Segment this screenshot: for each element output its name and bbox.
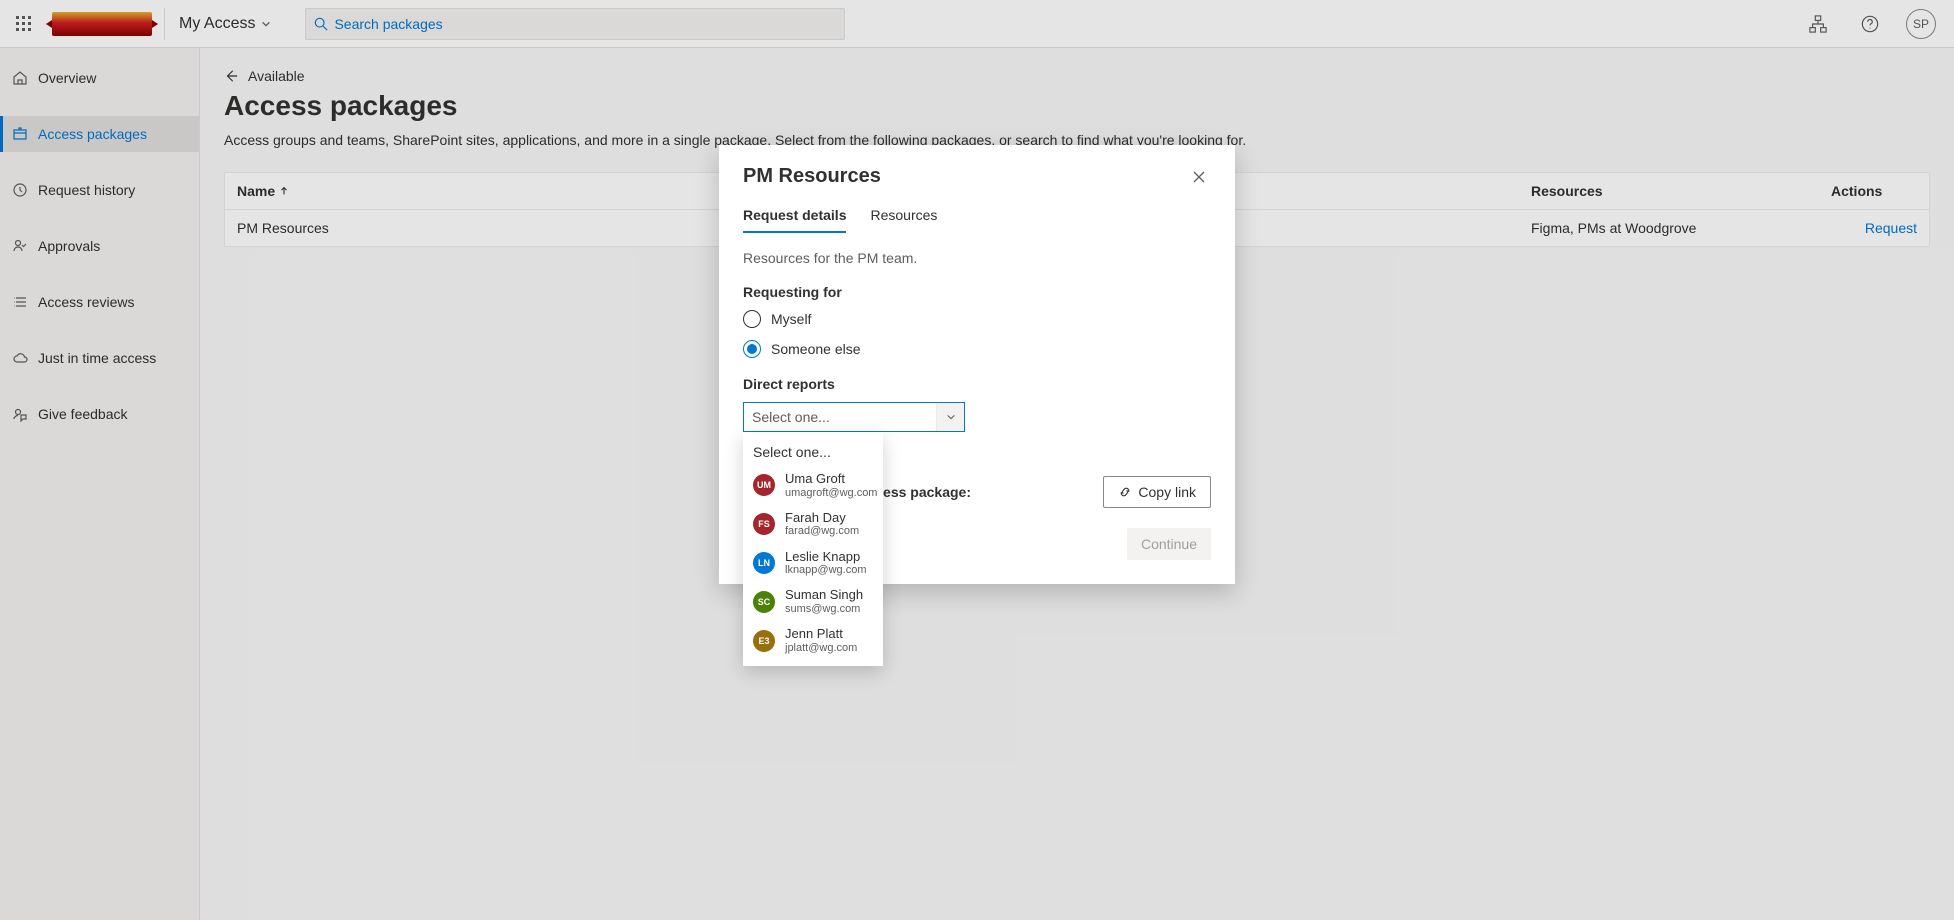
dialog-header: PM Resources — [743, 165, 1211, 189]
persona-coin: SC — [753, 591, 775, 613]
combobox-placeholder: Select one... — [744, 403, 936, 431]
dropdown-option[interactable]: SC Suman Singhsums@wg.com — [743, 582, 883, 621]
option-name: Leslie Knapp — [785, 549, 866, 565]
dialog-title: PM Resources — [743, 165, 881, 188]
requesting-for-label: Requesting for — [743, 284, 1211, 300]
radio-icon — [743, 310, 761, 328]
radio-label: Myself — [771, 311, 811, 327]
direct-reports-combobox[interactable]: Select one... — [743, 402, 965, 432]
option-text: Suman Singhsums@wg.com — [785, 587, 863, 616]
option-name: Uma Groft — [785, 471, 877, 487]
option-email: lknapp@wg.com — [785, 564, 866, 577]
dropdown-option[interactable]: FS Farah Dayfarad@wg.com — [743, 505, 883, 544]
dropdown-option[interactable]: E3 Jenn Plattjplatt@wg.com — [743, 621, 883, 660]
option-name: Jenn Platt — [785, 626, 857, 642]
close-button[interactable] — [1187, 165, 1211, 189]
copy-link-button[interactable]: Copy link — [1103, 476, 1211, 508]
persona-coin: UM — [753, 474, 775, 496]
tab-request-details[interactable]: Request details — [743, 207, 846, 233]
dialog-tabs: Request details Resources — [743, 207, 1211, 234]
option-email: farad@wg.com — [785, 525, 859, 538]
persona-coin: LN — [753, 552, 775, 574]
option-text: Jenn Plattjplatt@wg.com — [785, 626, 857, 655]
option-email: jplatt@wg.com — [785, 642, 857, 655]
option-email: umagroft@wg.com — [785, 487, 877, 500]
persona-coin: E3 — [753, 630, 775, 652]
chevron-down-icon — [936, 403, 964, 431]
dropdown-option[interactable]: LN Leslie Knapplknapp@wg.com — [743, 544, 883, 583]
option-name: Suman Singh — [785, 587, 863, 603]
direct-reports-dropdown: Select one... UM Uma Groftumagroft@wg.com… — [743, 432, 883, 666]
dropdown-option[interactable]: UM Uma Groftumagroft@wg.com — [743, 466, 883, 505]
copy-link-label: Copy link — [1138, 484, 1196, 500]
option-email: sums@wg.com — [785, 603, 863, 616]
tab-resources[interactable]: Resources — [870, 207, 937, 233]
option-text: Uma Groftumagroft@wg.com — [785, 471, 877, 500]
radio-icon-selected — [743, 340, 761, 358]
direct-reports-label: Direct reports — [743, 376, 1211, 392]
link-icon — [1118, 485, 1132, 499]
continue-button[interactable]: Continue — [1127, 528, 1211, 560]
persona-coin: FS — [753, 513, 775, 535]
option-name: Farah Day — [785, 510, 859, 526]
close-icon — [1192, 170, 1206, 184]
option-text: Farah Dayfarad@wg.com — [785, 510, 859, 539]
radio-myself[interactable]: Myself — [743, 310, 1211, 328]
dialog-description: Resources for the PM team. — [743, 250, 1211, 266]
option-text: Leslie Knapplknapp@wg.com — [785, 549, 866, 578]
dropdown-header[interactable]: Select one... — [743, 438, 883, 466]
radio-label: Someone else — [771, 341, 861, 357]
radio-someone-else[interactable]: Someone else — [743, 340, 1211, 358]
